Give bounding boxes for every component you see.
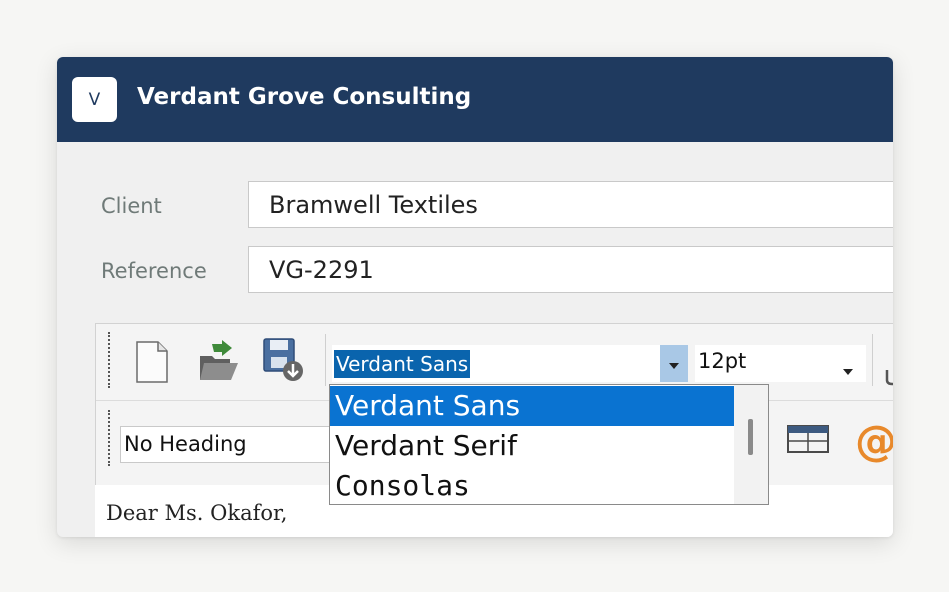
toolbar-separator: [872, 334, 873, 386]
client-label: Client: [101, 194, 162, 218]
toolbar-separator: [325, 334, 326, 386]
new-document-icon: [134, 340, 170, 388]
font-name-combobox[interactable]: Verdant Sans: [332, 345, 688, 382]
font-size-combobox[interactable]: 12pt: [695, 345, 866, 382]
heading-style-combobox[interactable]: No Heading: [120, 426, 350, 463]
insert-table-button[interactable]: [786, 417, 830, 465]
open-folder-icon: [198, 340, 240, 388]
app-title: Verdant Grove Consulting: [137, 84, 472, 110]
link-icon[interactable]: [885, 362, 893, 390]
table-icon: [787, 425, 829, 457]
save-icon: [262, 337, 306, 387]
reference-field[interactable]: [248, 246, 893, 293]
new-document-button[interactable]: [130, 340, 174, 388]
font-option-consolas[interactable]: Consolas: [330, 466, 734, 506]
chevron-down-icon[interactable]: [843, 360, 853, 379]
client-field[interactable]: [248, 181, 893, 228]
title-bar: V Verdant Grove Consulting: [57, 57, 893, 142]
insert-mention-button[interactable]: @: [851, 417, 893, 465]
editor-first-line[interactable]: Dear Ms. Okafor,: [106, 501, 287, 525]
at-sign-icon: @: [855, 416, 893, 465]
font-option-verdant-serif[interactable]: Verdant Serif: [330, 426, 734, 466]
font-dropdown-button[interactable]: [660, 345, 688, 382]
font-option-verdant-sans[interactable]: Verdant Sans: [330, 386, 734, 426]
scrollbar-thumb[interactable]: [748, 419, 753, 455]
font-name-value[interactable]: Verdant Sans: [334, 350, 471, 378]
open-button[interactable]: [197, 340, 241, 388]
app-logo: V: [72, 77, 117, 122]
chevron-down-icon: [669, 354, 679, 373]
save-button[interactable]: [262, 338, 306, 386]
font-dropdown-list[interactable]: Verdant Sans Verdant Serif Consolas: [329, 384, 769, 505]
toolbar-grip[interactable]: [108, 332, 110, 388]
heading-style-value[interactable]: No Heading: [124, 432, 247, 456]
reference-label: Reference: [101, 259, 207, 283]
toolbar-grip[interactable]: [108, 410, 110, 466]
font-size-value[interactable]: 12pt: [698, 349, 746, 373]
dropdown-scrollbar[interactable]: [734, 385, 768, 504]
